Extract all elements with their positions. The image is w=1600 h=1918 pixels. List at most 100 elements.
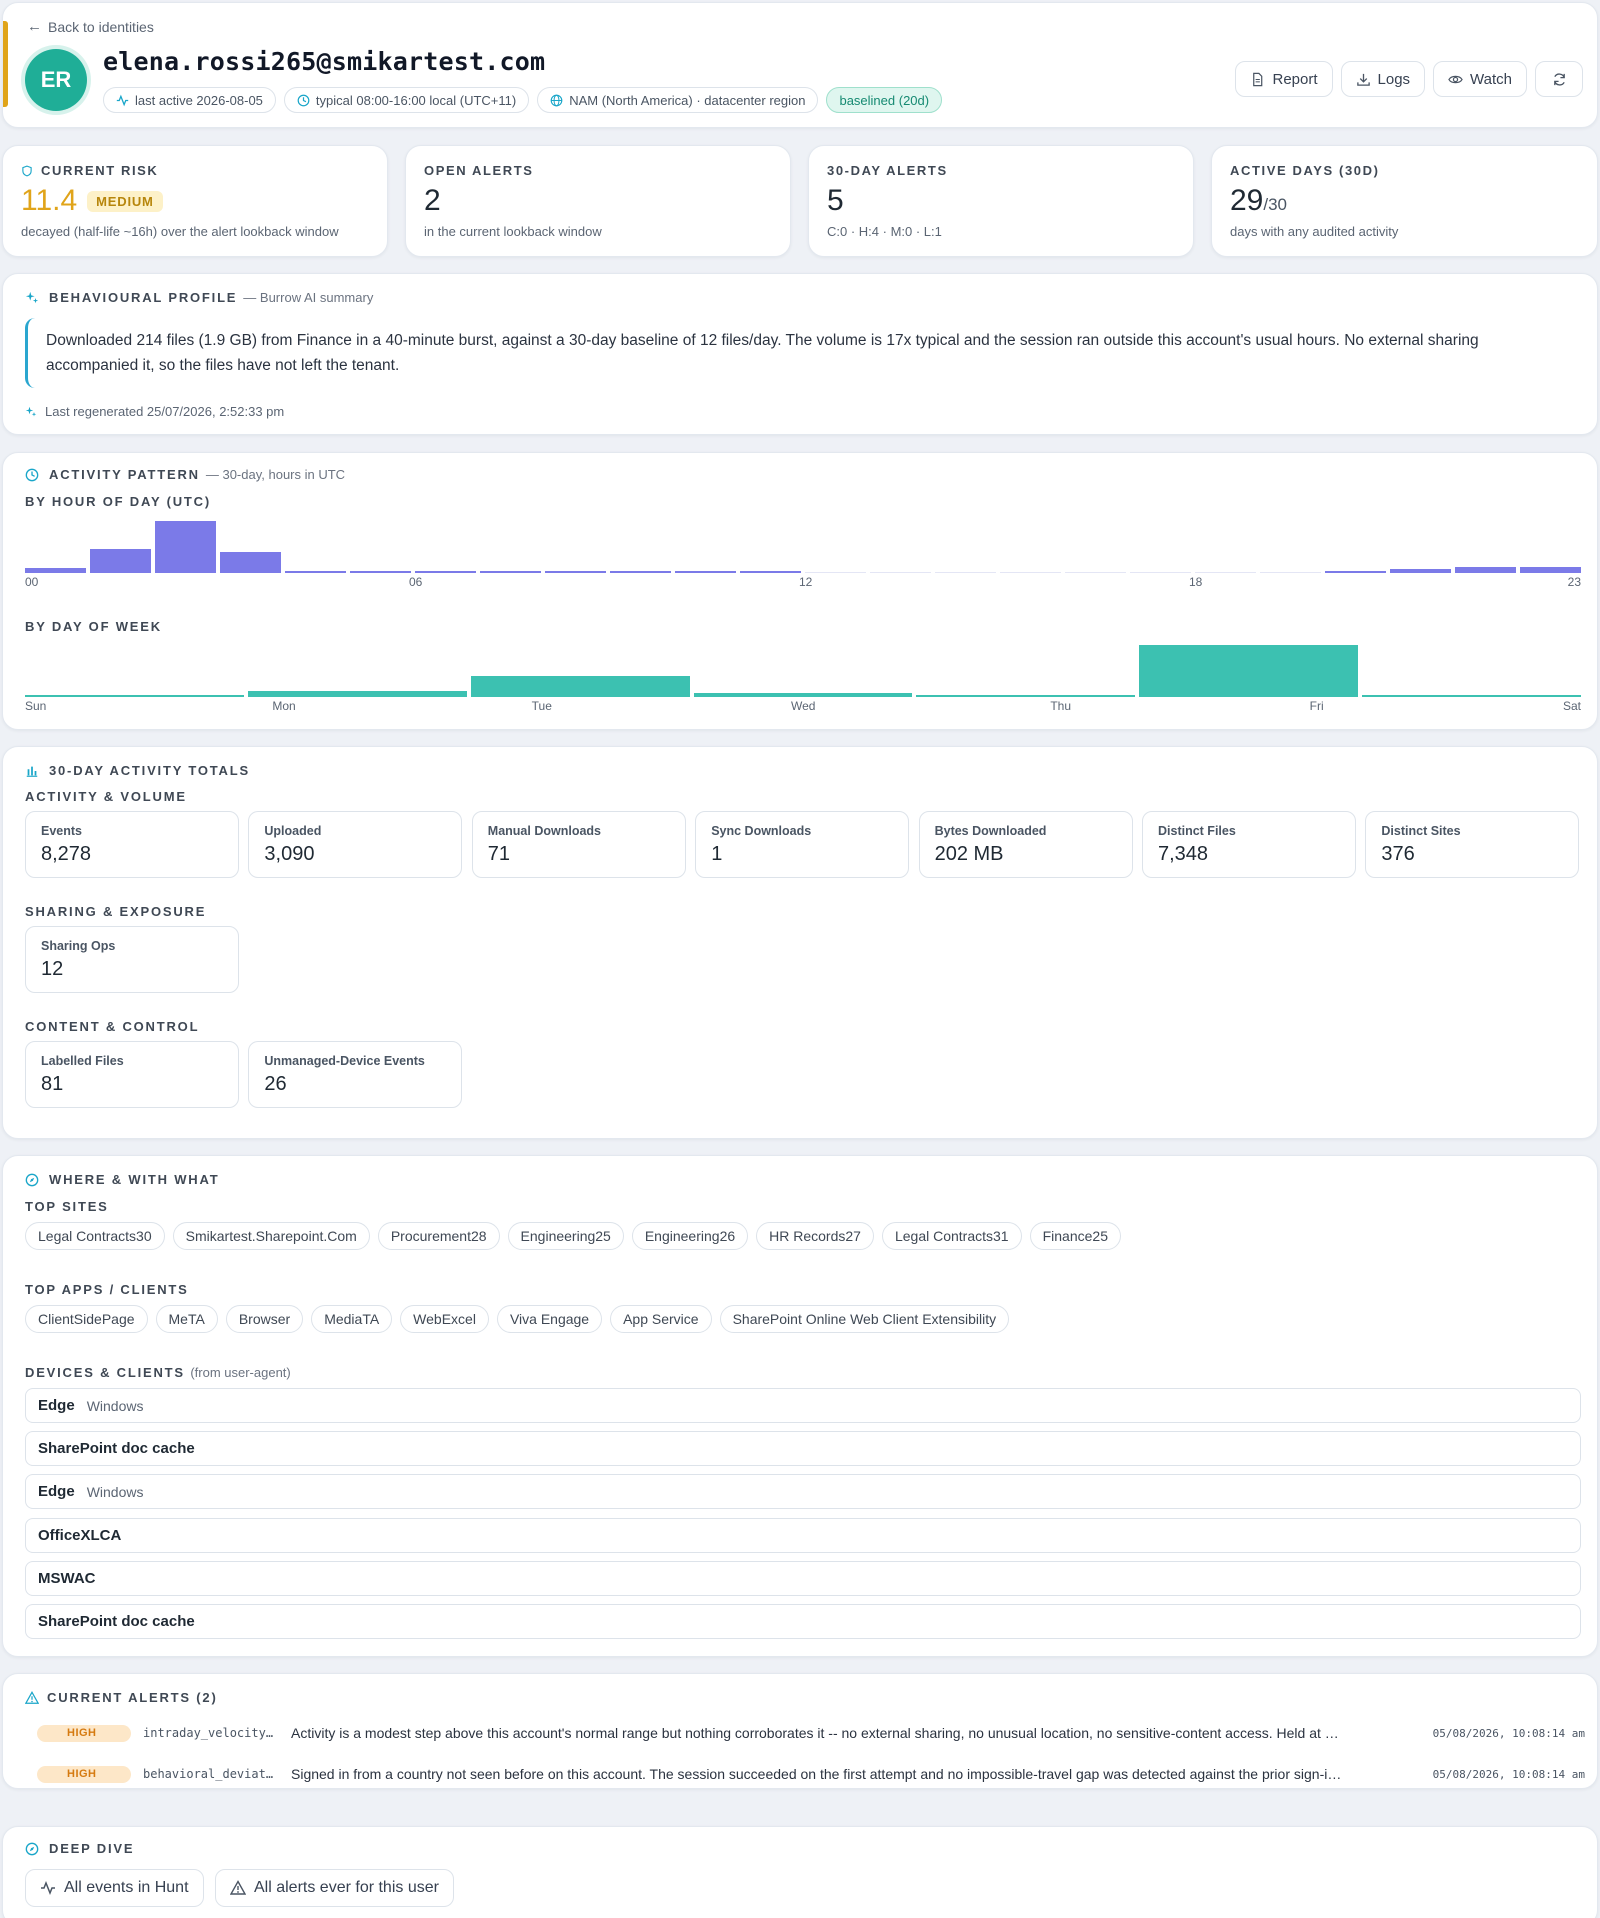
metric-label: Bytes Downloaded: [934, 824, 1047, 838]
metric-label: Manual Downloads: [487, 824, 601, 838]
active-days-total: /30: [1263, 195, 1288, 214]
document-icon: [1253, 72, 1263, 86]
chart-bar-22: [1455, 566, 1516, 573]
clock-icon: [25, 468, 39, 481]
sparkle-icon: [25, 406, 37, 416]
alert-rule: intraday_velocity…: [143, 1726, 274, 1740]
metric-label: Sharing Ops: [41, 939, 116, 953]
app-pill[interactable]: SharePoint Online Web Client Extensibili…: [719, 1305, 1010, 1333]
identity-header: ← Back to identities ER elena.rossi265@s…: [2, 2, 1598, 128]
active-days-sub: days with any audited activity: [1230, 224, 1399, 239]
device-name: Edge: [38, 1483, 75, 1501]
chart-bar-20: [1325, 570, 1386, 573]
metric-tile: Sync Downloads 1: [695, 811, 910, 878]
open-alerts-value: 2: [424, 184, 441, 217]
activity-pattern-card: ACTIVITY PATTERN — 30-day, hours in UTC …: [2, 452, 1598, 730]
chart-bar-14: [935, 571, 996, 573]
chart-bar-sun: [25, 694, 244, 697]
last-regenerated-text: Last regenerated 25/07/2026, 2:52:33 pm: [45, 404, 285, 419]
metric-tile: Manual Downloads 71: [471, 811, 686, 878]
events-in-hunt-button[interactable]: All events in Hunt: [25, 1869, 204, 1907]
metric-label: Sync Downloads: [711, 824, 812, 838]
metric-label: Events: [41, 824, 82, 838]
logs-button[interactable]: Logs: [1340, 61, 1426, 97]
refresh-icon: [1553, 72, 1565, 86]
content-control-title: CONTENT & CONTROL: [25, 1019, 200, 1034]
report-button[interactable]: Report: [1235, 61, 1333, 97]
chart-bar-thu: [916, 694, 1136, 697]
download-icon: [1356, 73, 1370, 86]
behavioural-summary: Downloaded 214 files (1.9 GB) from Finan…: [25, 318, 1545, 388]
open-alerts-card: OPEN ALERTS 2 in the current lookback wi…: [405, 145, 791, 257]
alert-row[interactable]: HIGH behavioral_deviat… Signed in from a c…: [37, 1762, 1585, 1786]
app-pill[interactable]: Browser: [225, 1305, 304, 1333]
site-pill[interactable]: Smikartest.Sharepoint.Com: [172, 1222, 370, 1250]
day-of-week-chart: [25, 643, 1581, 697]
chart-bar-05: [350, 570, 411, 573]
current-alerts-header: CURRENT ALERTS (2): [25, 1690, 218, 1705]
device-row: Edge Windows: [25, 1474, 1581, 1510]
chart-bar-mon: [247, 690, 467, 697]
hour-tick: 00: [25, 575, 39, 589]
current-risk-value: 11.4: [21, 184, 78, 217]
all-alerts-button[interactable]: All alerts ever for this user: [215, 1869, 454, 1907]
app-pill[interactable]: WebExcel: [400, 1305, 489, 1333]
refresh-button[interactable]: [1535, 61, 1583, 97]
behavioural-profile-title: BEHAVIOURAL PROFILE: [49, 290, 238, 305]
app-pill[interactable]: MeTA: [155, 1305, 218, 1333]
hour-tick: 12: [799, 575, 813, 589]
watch-button[interactable]: Watch: [1433, 61, 1527, 97]
site-pill[interactable]: Engineering26: [631, 1222, 749, 1250]
where-card: WHERE & WITH WHAT TOP SITES Legal Contra…: [2, 1155, 1598, 1657]
active-days-card: ACTIVE DAYS (30D) 29/30 days with any au…: [1211, 145, 1598, 257]
activity-totals-title: 30-DAY ACTIVITY TOTALS: [49, 763, 250, 778]
chart-bar-00: [25, 568, 86, 573]
behavioural-profile-header: BEHAVIOURAL PROFILE — Burrow AI summary: [25, 290, 373, 305]
bar-chart-icon: [26, 766, 38, 777]
site-pill[interactable]: Engineering25: [507, 1222, 624, 1250]
chart-bar-18: [1195, 571, 1256, 573]
top-sites-title: TOP SITES: [25, 1199, 109, 1214]
site-pill[interactable]: HR Records27: [756, 1222, 874, 1250]
shield-icon: [22, 165, 32, 176]
site-pill[interactable]: Legal Contracts31: [881, 1222, 1022, 1250]
identity-chips: last active 2026-08-05 typical 08:00-16:…: [103, 87, 943, 113]
metric-value: 81: [41, 1073, 64, 1095]
metric-label: Uploaded: [264, 824, 322, 838]
behavioural-profile-card: BEHAVIOURAL PROFILE — Burrow AI summary …: [2, 273, 1598, 435]
site-pill[interactable]: Finance25: [1029, 1222, 1121, 1250]
app-pill[interactable]: ClientSidePage: [25, 1305, 148, 1333]
device-row: MSWAC: [25, 1560, 1581, 1596]
site-pill[interactable]: Procurement28: [377, 1222, 500, 1250]
device-row: OfficeXLCA: [25, 1517, 1581, 1553]
device-name: SharePoint doc cache: [38, 1440, 195, 1458]
metric-value: 12: [41, 958, 64, 980]
logs-label: Logs: [1377, 70, 1411, 88]
chart-bar-13: [870, 571, 931, 573]
events-in-hunt-label: All events in Hunt: [64, 1879, 189, 1896]
active-days-value-row: 29/30: [1230, 184, 1287, 218]
weekday-tick: Thu: [1050, 699, 1072, 713]
app-pill[interactable]: App Service: [610, 1305, 712, 1333]
site-pill[interactable]: Legal Contracts30: [25, 1222, 165, 1250]
chart-bar-23: [1520, 566, 1581, 573]
alert-row[interactable]: HIGH intraday_velocity… Activity is a mode…: [37, 1721, 1585, 1745]
app-pill[interactable]: Viva Engage: [496, 1305, 603, 1333]
warning-icon: [25, 1690, 39, 1704]
current-alerts-title: CURRENT ALERTS (2): [47, 1690, 218, 1705]
weekday-axis: Sun Mon Tue Wed Thu Fri Sat: [25, 699, 1581, 715]
hour-of-day-chart: [25, 519, 1581, 573]
chart-bar-21: [1390, 569, 1451, 573]
weekday-tick: Sun: [25, 699, 47, 713]
deep-dive-title: DEEP DIVE: [49, 1841, 135, 1856]
report-label: Report: [1272, 70, 1318, 88]
metric-value: 71: [487, 843, 511, 865]
metric-label: Distinct Files: [1158, 824, 1236, 838]
alerts-30d-card: 30-DAY ALERTS 5 C:0 · H:4 · M:0 · L:1: [808, 145, 1194, 257]
profile-source: — Burrow AI summary: [243, 290, 374, 305]
back-to-identities-link[interactable]: ← Back to identities: [27, 18, 154, 35]
risk-accent-bar: [3, 21, 8, 107]
app-pill[interactable]: MediaTA: [311, 1305, 393, 1333]
hour-axis: 00 06 12 18 23: [25, 575, 1581, 591]
metric-tile: Unmanaged-Device Events 26: [248, 1041, 463, 1108]
